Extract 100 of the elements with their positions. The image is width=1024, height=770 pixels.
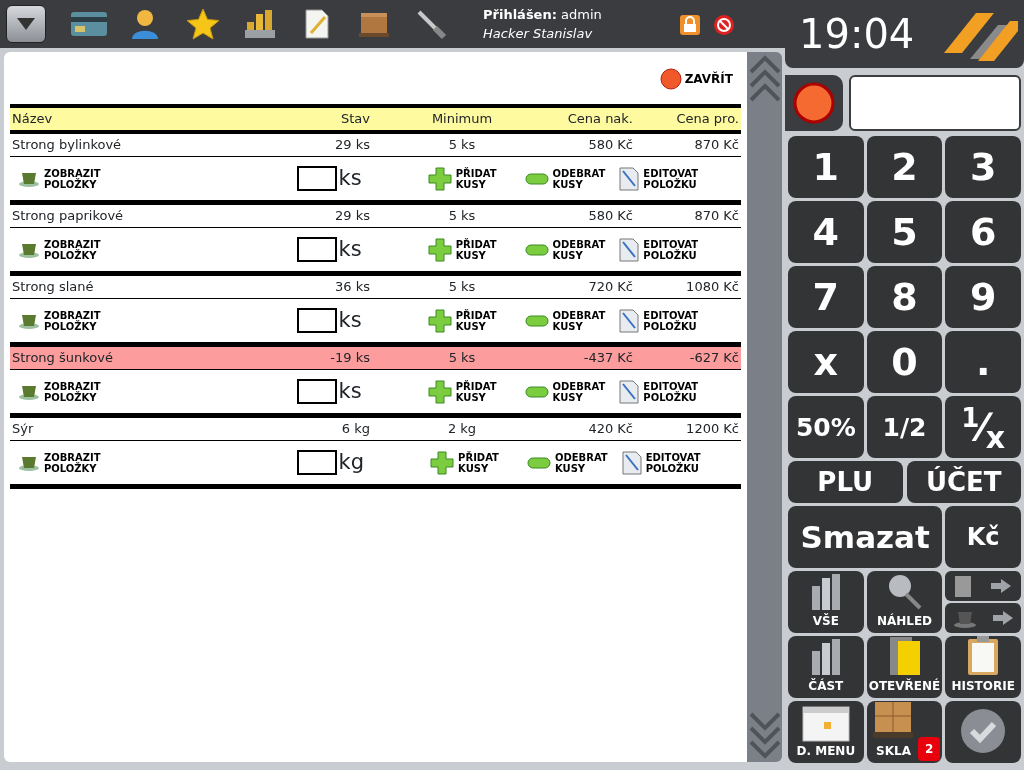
- keypad-key[interactable]: 0: [866, 331, 943, 393]
- remove-button[interactable]: ODEBRAT KUSY: [524, 309, 606, 332]
- add-button[interactable]: PŘIDAT KUSY: [427, 237, 497, 262]
- table-cell-text: 5 ks: [447, 278, 477, 297]
- unit-label: ks: [338, 306, 362, 334]
- minus-icon: [526, 456, 551, 469]
- record-button[interactable]: [785, 75, 843, 131]
- tool-button[interactable]: VŠE: [788, 571, 864, 633]
- column-header: Minimum: [430, 110, 494, 129]
- arrow-icon: [990, 578, 1013, 594]
- keypad-key[interactable]: 7: [788, 266, 864, 328]
- table-cell-text: -19 ks: [329, 349, 371, 368]
- count-badge: 2: [917, 737, 941, 761]
- unit-label: ks: [338, 235, 362, 263]
- keypad-key[interactable]: x: [788, 331, 864, 393]
- dropdown-button[interactable]: [6, 5, 46, 43]
- keypad-key[interactable]: 6: [945, 201, 1021, 263]
- keypad-key[interactable]: 9: [945, 266, 1021, 328]
- edit-button[interactable]: EDITOVAT POLOŽKU: [619, 308, 699, 333]
- edit-button[interactable]: EDITOVAT POLOŽKU: [619, 166, 699, 191]
- edit-icon: [619, 308, 640, 333]
- show-items-button[interactable]: ZOBRAZIT POLOŽKY: [18, 167, 101, 190]
- remove-button[interactable]: ODEBRAT KUSY: [524, 167, 606, 190]
- minus-icon: [524, 172, 549, 185]
- table-cell-text: 420 Kč: [587, 420, 634, 439]
- table-cell-text: 5 ks: [447, 349, 477, 368]
- table-cell-text: 29 ks: [334, 207, 371, 226]
- show-items-button[interactable]: ZOBRAZIT POLOŽKY: [18, 238, 101, 261]
- table-cell-text: 580 Kč: [587, 136, 634, 155]
- tool-button[interactable]: ČÁST: [788, 636, 864, 698]
- quantity-field[interactable]: [296, 237, 337, 262]
- keypad-key[interactable]: 2: [866, 136, 943, 198]
- clock: 19:04: [799, 10, 915, 59]
- keypad-key[interactable]: 5: [866, 201, 943, 263]
- plus-icon: [430, 450, 455, 475]
- function-key[interactable]: ÚČET: [906, 461, 1021, 503]
- edit-button[interactable]: EDITOVAT POLOŽKU: [621, 450, 701, 475]
- function-key[interactable]: Kč: [945, 506, 1021, 568]
- clipboard-arrow-button[interactable]: [945, 571, 1021, 601]
- unit-label: ks: [338, 377, 362, 405]
- keypad-key[interactable]: .: [945, 331, 1021, 393]
- add-button[interactable]: PŘIDAT KUSY: [427, 166, 497, 191]
- calendar-icon: [801, 706, 850, 742]
- remove-button[interactable]: ODEBRAT KUSY: [524, 238, 606, 261]
- cup-arrow-button[interactable]: [945, 603, 1021, 633]
- keypad-key[interactable]: 1/2: [866, 396, 943, 458]
- table-cell-text: 1080 Kč: [685, 278, 740, 297]
- function-key[interactable]: PLU: [788, 461, 903, 503]
- quantity-field[interactable]: [296, 166, 337, 191]
- table-cell-text: 870 Kč: [693, 136, 740, 155]
- table-cell-text: 1200 Kč: [685, 420, 740, 439]
- tool-button[interactable]: OTEVŘENÉ: [866, 636, 943, 698]
- table-cell-text: 6 kg: [340, 420, 371, 439]
- clipboard-icon: [954, 574, 973, 598]
- tool-button[interactable]: NÁHLED: [866, 571, 943, 633]
- edit-icon: [619, 166, 640, 191]
- table-cell-text: Strong šunkové: [11, 349, 114, 368]
- keypad-key[interactable]: 50%: [788, 396, 864, 458]
- table-cell-text: Strong bylinkové: [11, 136, 123, 155]
- table-cell-text: 580 Kč: [587, 207, 634, 226]
- edit-icon: [619, 379, 640, 404]
- function-key[interactable]: Smazat: [788, 506, 943, 568]
- confirm-button[interactable]: [945, 701, 1021, 763]
- table-cell-text: 29 ks: [334, 136, 371, 155]
- add-button[interactable]: PŘIDAT KUSY: [427, 308, 497, 333]
- tool-button[interactable]: SKLA 2: [866, 701, 943, 763]
- keypad-key[interactable]: 3: [945, 136, 1021, 198]
- keypad-key[interactable]: 8: [866, 266, 943, 328]
- remove-button[interactable]: ODEBRAT KUSY: [526, 451, 608, 474]
- lock-icon[interactable]: [679, 12, 701, 36]
- edit-button[interactable]: EDITOVAT POLOŽKU: [619, 237, 699, 262]
- quantity-field[interactable]: [296, 379, 337, 404]
- column-header: Stav: [340, 110, 371, 129]
- show-items-button[interactable]: ZOBRAZIT POLOŽKY: [18, 451, 101, 474]
- show-items-button[interactable]: ZOBRAZIT POLOŽKY: [18, 309, 101, 332]
- user-name: admin: [560, 7, 602, 22]
- tool-button[interactable]: HISTORIE: [945, 636, 1021, 698]
- column-header: Název: [11, 110, 54, 129]
- keypad-key[interactable]: 1: [788, 136, 864, 198]
- show-items-button[interactable]: ZOBRAZIT POLOŽKY: [18, 380, 101, 403]
- remove-button[interactable]: ODEBRAT KUSY: [524, 380, 606, 403]
- table-cell-text: 2 kg: [446, 420, 478, 439]
- keypad-key[interactable]: $^{1}$⁄$_{x}$: [945, 396, 1021, 458]
- table-cell-text: 870 Kč: [693, 207, 740, 226]
- keypad-key[interactable]: 4: [788, 201, 864, 263]
- no-entry-icon[interactable]: [713, 12, 735, 36]
- close-button[interactable]: ZAVŘÍT: [651, 66, 741, 92]
- column-header: Cena nak.: [566, 110, 634, 129]
- table-cell-text: Sýr: [11, 420, 35, 439]
- edit-icon: [621, 450, 642, 475]
- table-cell-text: -437 Kč: [582, 349, 634, 368]
- add-button[interactable]: PŘIDAT KUSY: [427, 379, 497, 404]
- table-cell-text: Strong paprikové: [11, 207, 125, 226]
- quantity-field[interactable]: [296, 308, 337, 333]
- full-name: Hacker Stanislav: [483, 25, 594, 43]
- plus-icon: [427, 308, 452, 333]
- add-button[interactable]: PŘIDAT KUSY: [430, 450, 499, 475]
- edit-button[interactable]: EDITOVAT POLOŽKU: [619, 379, 699, 404]
- tool-button[interactable]: D. MENU: [788, 701, 864, 763]
- quantity-field[interactable]: [296, 450, 337, 475]
